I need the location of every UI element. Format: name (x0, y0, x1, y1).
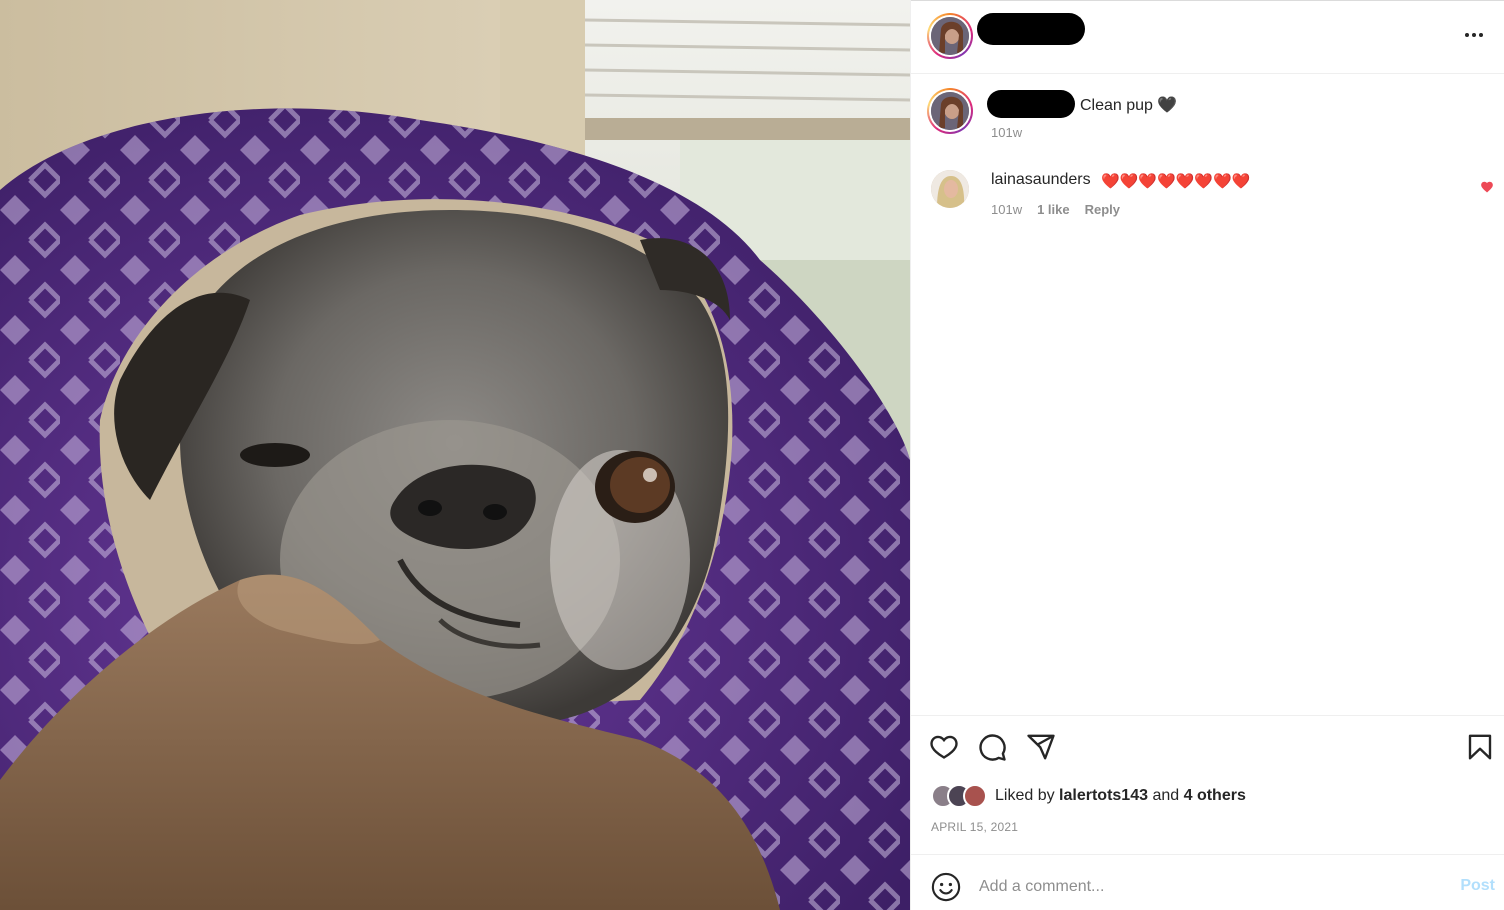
liked-by-conjunction: and (1152, 787, 1180, 804)
share-icon[interactable] (1026, 732, 1056, 762)
commenter-avatar-image (931, 170, 969, 208)
add-comment-bar: Post (911, 854, 1504, 910)
caption-text: Clean pup 🖤 (1080, 95, 1177, 115)
liked-by-prefix: Liked by (995, 787, 1055, 804)
comment-reply-button[interactable]: Reply (1085, 202, 1120, 217)
post-side-panel: Clean pup 🖤 101w lainasaunders ❤️❤️❤️❤️❤… (910, 0, 1504, 910)
redacted-caption-username (987, 90, 1075, 118)
liked-by-row: Liked by lalertots143 and 4 others (931, 782, 1246, 810)
emoji-icon[interactable] (931, 872, 961, 902)
add-comment-input[interactable] (979, 869, 1419, 905)
liker-avatar (963, 784, 987, 808)
author-avatar-image (931, 17, 969, 55)
redacted-username (977, 13, 1085, 45)
caption-body: Clean pup (1080, 97, 1153, 114)
save-icon[interactable] (1465, 732, 1495, 762)
post-comment-button[interactable]: Post (1460, 877, 1495, 895)
pug-photo-illustration (0, 0, 910, 910)
author-avatar[interactable] (927, 13, 973, 59)
liked-by-others-link[interactable]: 4 others (1184, 787, 1246, 804)
comment-likes-count[interactable]: 1 like (1037, 202, 1070, 217)
comment-timestamp[interactable]: 101w (991, 202, 1022, 217)
commenter-avatar[interactable] (931, 170, 969, 208)
post-actions-section: Liked by lalertots143 and 4 others APRIL… (911, 715, 1504, 834)
caption-timestamp[interactable]: 101w (991, 125, 1022, 140)
post-date[interactable]: APRIL 15, 2021 (931, 820, 1018, 834)
post-photo[interactable] (0, 0, 910, 910)
comment-like-heart-icon[interactable] (1480, 180, 1494, 194)
liked-by-user-link[interactable]: lalertots143 (1059, 787, 1148, 804)
like-icon[interactable] (929, 732, 959, 762)
caption-avatar-image (931, 92, 969, 130)
comment-text: ❤️❤️❤️❤️❤️❤️❤️❤️ (1101, 172, 1251, 190)
comment-meta: 101w 1 like Reply (991, 202, 1120, 217)
post-header (911, 0, 1504, 74)
comment-icon[interactable] (977, 732, 1007, 762)
caption-author-avatar[interactable] (927, 88, 973, 134)
comment-username[interactable]: lainasaunders (991, 171, 1091, 189)
more-options-icon (1465, 33, 1469, 37)
liked-by-text: Liked by lalertots143 and 4 others (995, 787, 1246, 805)
black-heart-emoji: 🖤 (1157, 95, 1178, 114)
more-options-button[interactable] (1461, 22, 1487, 48)
